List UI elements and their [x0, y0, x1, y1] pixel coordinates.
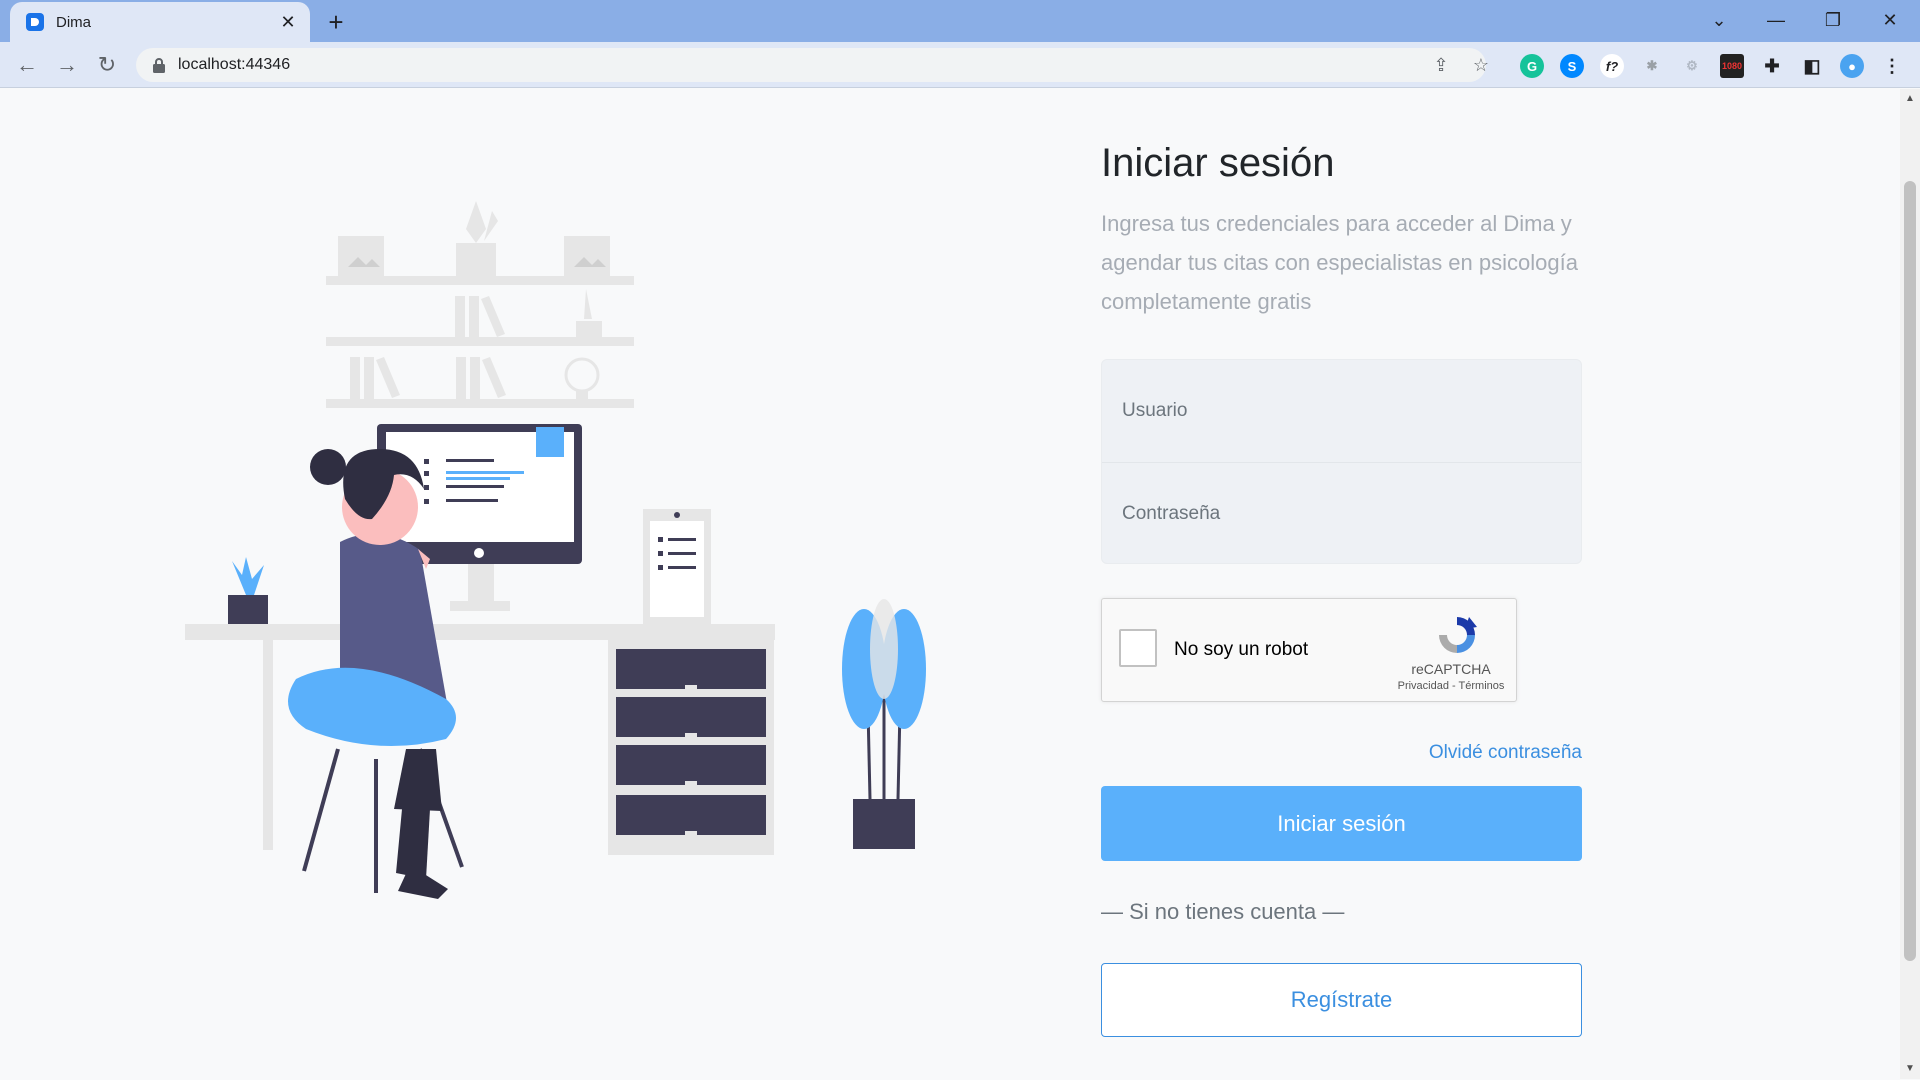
page-scrollbar[interactable]: ▲ ▼	[1900, 89, 1920, 1079]
resolution-icon[interactable]: 1080	[1720, 54, 1744, 78]
bug-icon[interactable]: ✱	[1640, 54, 1664, 78]
password-field	[1102, 462, 1581, 563]
share-icon[interactable]: ⇪	[1431, 55, 1451, 75]
new-tab-plus-icon[interactable]: +	[322, 7, 350, 37]
username-input[interactable]	[1122, 400, 1581, 422]
close-window-icon[interactable]: ✕	[1870, 4, 1910, 36]
tab-search-chevron-icon[interactable]: ⌄	[1699, 4, 1739, 36]
login-button[interactable]: Iniciar sesión	[1101, 786, 1582, 861]
login-form: Iniciar sesión Ingresa tus credenciales …	[1101, 141, 1582, 1037]
browser-toolbar: ← → ↻ localhost:44346 ⇪ ☆ G S f? ✱ ⚙ 108…	[0, 42, 1920, 88]
recaptcha-logo-icon	[1439, 617, 1477, 653]
tab-title: Dima	[56, 13, 92, 31]
page-subtitle: Ingresa tus credenciales para acceder al…	[1101, 211, 1578, 314]
lock-icon	[153, 58, 165, 73]
reload-icon[interactable]: ↻	[92, 50, 122, 80]
workspace-illustration	[185, 201, 926, 899]
recaptcha-checkbox[interactable]	[1119, 629, 1157, 667]
credentials-group	[1101, 359, 1582, 564]
puzzle-extensions-icon[interactable]: ✚	[1760, 54, 1784, 78]
minimize-icon[interactable]: —	[1756, 4, 1796, 36]
grammarly-icon[interactable]: G	[1520, 54, 1544, 78]
restore-icon[interactable]: ❐	[1813, 4, 1853, 36]
no-account-text: — Si no tienes cuenta —	[1101, 899, 1345, 924]
forward-arrow-icon[interactable]: →	[52, 50, 82, 80]
recaptcha-privacy-terms-links[interactable]: Privacidad - Términos	[1388, 680, 1514, 692]
register-button[interactable]: Regístrate	[1101, 963, 1582, 1037]
dima-favicon-icon	[26, 13, 44, 31]
shazam-icon[interactable]: S	[1560, 54, 1584, 78]
recaptcha-brand: reCAPTCHA	[1411, 661, 1491, 677]
scroll-thumb[interactable]	[1904, 181, 1916, 961]
password-input[interactable]	[1122, 502, 1581, 525]
scroll-up-arrow-icon[interactable]: ▲	[1904, 93, 1916, 105]
menu-dots-icon[interactable]: ⋮	[1880, 54, 1904, 78]
browser-tab-bar: Dima ✕ + ⌄ — ❐ ✕	[0, 0, 1920, 42]
url-text: localhost:44346	[178, 56, 291, 73]
scroll-down-arrow-icon[interactable]: ▼	[1904, 1063, 1916, 1075]
recaptcha-label: No soy un robot	[1174, 639, 1309, 660]
page-title: Iniciar sesión	[1101, 141, 1335, 185]
side-panel-icon[interactable]: ◧	[1800, 54, 1824, 78]
tab-close-icon[interactable]: ✕	[278, 12, 298, 32]
browser-tab[interactable]: Dima ✕	[10, 2, 310, 42]
login-page: Iniciar sesión Ingresa tus credenciales …	[0, 89, 1900, 1079]
username-field	[1102, 360, 1581, 462]
fontface-icon[interactable]: f?	[1600, 54, 1624, 78]
back-arrow-icon[interactable]: ←	[12, 50, 42, 80]
forgot-password-link[interactable]: Olvidé contraseña	[1101, 742, 1582, 764]
bookmark-star-icon[interactable]: ☆	[1471, 55, 1491, 75]
recaptcha-widget: No soy un robot reCAPTCHA Privacidad - T…	[1101, 598, 1517, 702]
profile-avatar-icon[interactable]: ●	[1840, 54, 1864, 78]
address-bar[interactable]: localhost:44346 ⇪ ☆	[136, 48, 1489, 82]
settings-icon[interactable]: ⚙	[1680, 54, 1704, 78]
